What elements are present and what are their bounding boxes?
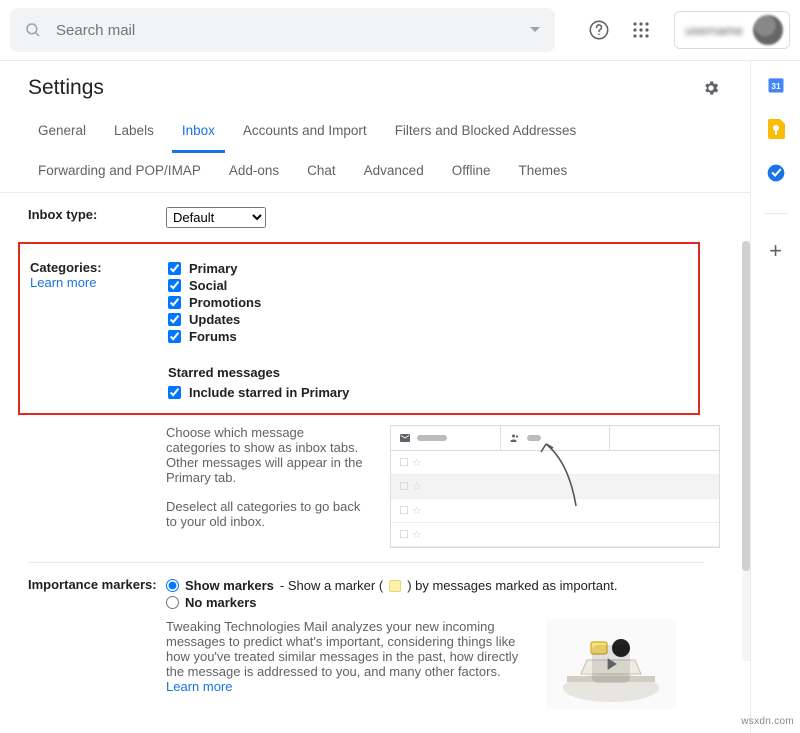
inbox-tabs-preview: ☐ ☆ ☐ ☆ ☐ ☆ ☐ ☆ xyxy=(390,425,720,548)
tab-themes[interactable]: Themes xyxy=(508,153,577,192)
importance-markers-label: Importance markers: xyxy=(28,577,166,592)
account-name: username xyxy=(685,23,743,38)
add-addon-button[interactable]: + xyxy=(769,238,782,264)
no-markers-label: No markers xyxy=(185,595,257,610)
starred-messages-heading: Starred messages xyxy=(168,365,684,380)
categories-learn-more-link[interactable]: Learn more xyxy=(30,275,168,290)
search-bar[interactable] xyxy=(10,8,555,52)
tab-offline[interactable]: Offline xyxy=(442,153,501,192)
keep-icon[interactable] xyxy=(766,119,786,139)
inbox-type-select[interactable]: Default xyxy=(166,207,266,228)
categories-help-p1: Choose which message categories to show … xyxy=(166,425,366,485)
tab-addons[interactable]: Add-ons xyxy=(219,153,289,192)
show-markers-text1: - Show a marker ( xyxy=(280,578,383,593)
category-forums-checkbox[interactable] xyxy=(168,330,181,343)
watermark: wsxdn.com xyxy=(741,716,794,727)
categories-help-p2: Deselect all categories to go back to yo… xyxy=(166,499,366,529)
category-social-checkbox[interactable] xyxy=(168,279,181,292)
category-promotions-checkbox[interactable] xyxy=(168,296,181,309)
avatar xyxy=(753,15,783,45)
category-primary-label: Primary xyxy=(189,261,237,276)
category-updates-label: Updates xyxy=(189,312,240,327)
search-icon xyxy=(24,21,42,39)
gear-icon[interactable] xyxy=(696,73,726,103)
show-markers-text2: ) by messages marked as important. xyxy=(407,578,617,593)
importance-video-thumbnail[interactable] xyxy=(546,619,676,709)
importance-learn-more-link[interactable]: Learn more xyxy=(166,679,232,694)
tab-general[interactable]: General xyxy=(28,113,96,153)
help-icon[interactable] xyxy=(584,15,614,45)
importance-marker-icon xyxy=(389,580,401,592)
category-updates-checkbox[interactable] xyxy=(168,313,181,326)
category-social-label: Social xyxy=(189,278,227,293)
tab-accounts-import[interactable]: Accounts and Import xyxy=(233,113,377,153)
show-markers-radio[interactable] xyxy=(166,579,179,592)
calendar-icon[interactable]: 31 xyxy=(766,75,786,95)
categories-label: Categories: xyxy=(30,260,168,275)
tab-advanced[interactable]: Advanced xyxy=(354,153,434,192)
svg-text:31: 31 xyxy=(771,81,781,91)
tab-chat[interactable]: Chat xyxy=(297,153,346,192)
search-options-dropdown[interactable] xyxy=(521,16,549,44)
category-forums-label: Forums xyxy=(189,329,237,344)
category-primary-checkbox[interactable] xyxy=(168,262,181,275)
include-starred-label: Include starred in Primary xyxy=(189,385,349,400)
no-markers-radio[interactable] xyxy=(166,596,179,609)
tasks-icon[interactable] xyxy=(766,163,786,183)
tab-filters-blocked[interactable]: Filters and Blocked Addresses xyxy=(385,113,587,153)
categories-section-highlight: Categories: Learn more Primary Social Pr… xyxy=(18,242,700,415)
tab-forwarding-pop[interactable]: Forwarding and POP/IMAP xyxy=(28,153,211,192)
search-input[interactable] xyxy=(56,22,507,39)
include-starred-checkbox[interactable] xyxy=(168,386,181,399)
tab-inbox[interactable]: Inbox xyxy=(172,113,225,153)
apps-icon[interactable] xyxy=(626,15,656,45)
tab-labels[interactable]: Labels xyxy=(104,113,164,153)
inbox-type-label: Inbox type: xyxy=(28,207,166,222)
importance-explanation: Tweaking Technologies Mail analyzes your… xyxy=(166,619,526,709)
category-promotions-label: Promotions xyxy=(189,295,261,310)
account-switcher[interactable]: username xyxy=(674,11,790,49)
settings-tabs: General Labels Inbox Accounts and Import… xyxy=(0,113,750,193)
scrollbar[interactable] xyxy=(742,241,750,661)
show-markers-label: Show markers xyxy=(185,578,274,593)
side-panel: 31 + xyxy=(750,61,800,733)
page-title: Settings xyxy=(28,76,104,100)
